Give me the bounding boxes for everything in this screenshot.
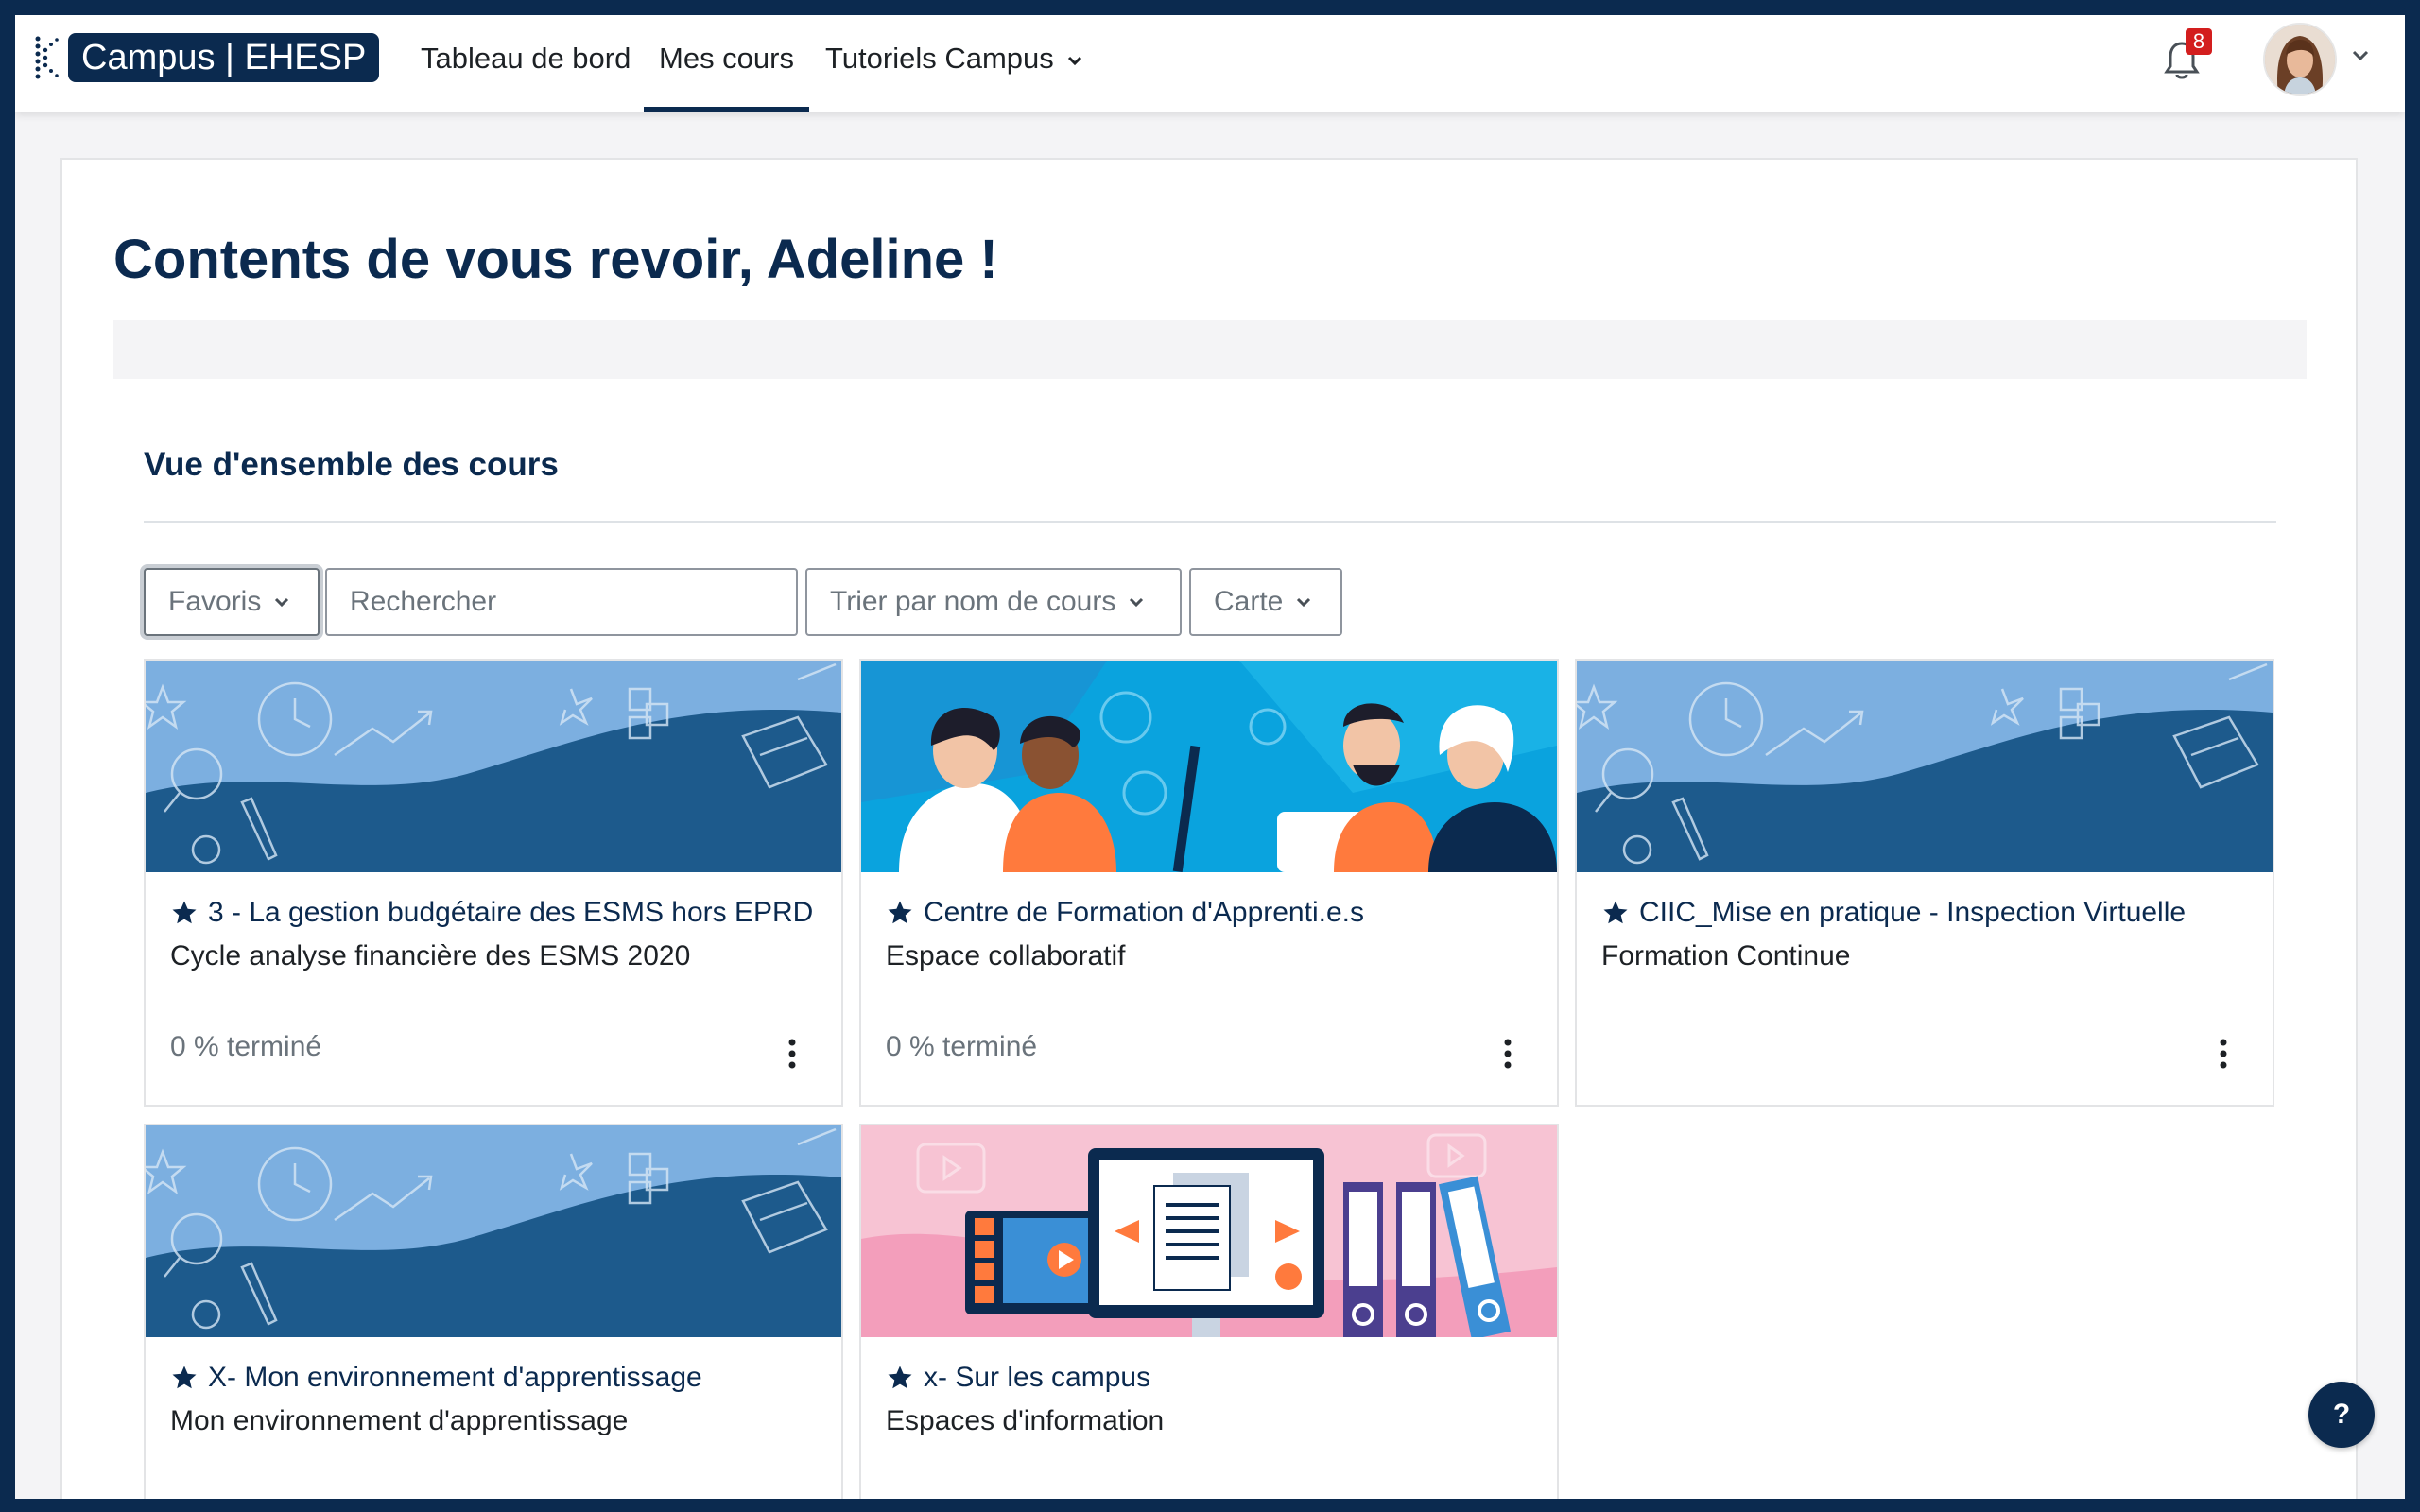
course-category: Espaces d'information — [886, 1405, 1165, 1436]
course-title-link[interactable]: 3 - La gestion budgétaire des ESMS hors … — [170, 897, 813, 929]
course-card[interactable]: X- Mon environnement d'apprentissage Mon… — [144, 1124, 843, 1499]
more-options-icon[interactable] — [1496, 1037, 1519, 1071]
star-icon[interactable] — [886, 899, 914, 927]
course-pattern-image — [146, 661, 841, 872]
user-avatar[interactable] — [2263, 23, 2337, 96]
chevron-down-icon — [275, 597, 289, 608]
course-category: Mon environnement d'apprentissage — [170, 1405, 629, 1436]
view-value: Carte — [1214, 586, 1284, 617]
notification-count-badge: 8 — [2186, 28, 2212, 55]
course-image[interactable] — [861, 661, 1557, 872]
course-card[interactable]: CIIC_Mise en pratique - Inspection Virtu… — [1575, 659, 2274, 1107]
course-title-text: 3 - La gestion budgétaire des ESMS hors … — [208, 897, 814, 928]
nav-mes-cours[interactable]: Mes cours — [644, 15, 809, 112]
help-button[interactable]: ? — [2308, 1382, 2375, 1448]
course-category: Espace collaboratif — [886, 940, 1126, 971]
chevron-down-icon[interactable] — [2352, 49, 2369, 62]
course-title-link[interactable]: Centre de Formation d'Apprenti.e.s — [886, 897, 1364, 929]
more-options-icon[interactable] — [781, 1037, 804, 1071]
course-category: Cycle analyse financière des ESMS 2020 — [170, 940, 691, 971]
chevron-down-icon — [1130, 597, 1144, 608]
course-title-link[interactable]: CIIC_Mise en pratique - Inspection Virtu… — [1601, 897, 2186, 929]
grouping-value: Favoris — [168, 586, 262, 617]
nav-tableau-de-bord[interactable]: Tableau de bord — [421, 15, 631, 112]
page-content: Contents de vous revoir, Adeline ! Vue d… — [60, 158, 2358, 1499]
info-bar — [113, 320, 2307, 379]
sort-dropdown[interactable]: Trier par nom de cours — [805, 568, 1182, 636]
nav-label: Mes cours — [659, 42, 794, 75]
search-input[interactable] — [350, 586, 773, 618]
course-card[interactable]: 3 - La gestion budgétaire des ESMS hors … — [144, 659, 843, 1107]
course-image[interactable] — [1577, 661, 2273, 872]
course-title-link[interactable]: x- Sur les campus — [886, 1362, 1150, 1394]
course-image[interactable] — [146, 661, 841, 872]
avatar-photo — [2265, 25, 2335, 94]
course-title-text: CIIC_Mise en pratique - Inspection Virtu… — [1639, 897, 2187, 928]
star-icon[interactable] — [170, 1364, 199, 1392]
grouping-dropdown[interactable]: Favoris — [144, 568, 320, 636]
sort-value: Trier par nom de cours — [830, 586, 1116, 617]
star-icon[interactable] — [170, 899, 199, 927]
people-illustration-image — [861, 661, 1557, 872]
search-field[interactable] — [325, 568, 798, 636]
logo-text: Campus | EHESP — [68, 33, 380, 82]
logo-mark-icon — [35, 36, 59, 79]
chevron-down-icon — [1068, 56, 1082, 65]
nav-label: Tableau de bord — [421, 42, 631, 75]
course-category: Formation Continue — [1601, 940, 1851, 971]
more-options-icon[interactable] — [2212, 1037, 2235, 1071]
media-illustration-image — [861, 1125, 1557, 1337]
section-title: Vue d'ensemble des cours — [144, 446, 559, 483]
course-title-text: x- Sur les campus — [924, 1362, 1151, 1393]
course-image[interactable] — [861, 1125, 1557, 1337]
view-dropdown[interactable]: Carte — [1189, 568, 1342, 636]
divider — [144, 521, 2276, 523]
course-image[interactable] — [146, 1125, 841, 1337]
nav-tutoriels-campus[interactable]: Tutoriels Campus — [825, 15, 1082, 112]
course-title-text: Centre de Formation d'Apprenti.e.s — [924, 897, 1364, 928]
site-logo[interactable]: Campus | EHESP — [32, 31, 380, 84]
course-card[interactable]: Centre de Formation d'Apprenti.e.s Espac… — [859, 659, 1559, 1107]
top-navbar: Campus | EHESP Tableau de bord Mes cours… — [15, 15, 2405, 112]
course-title-link[interactable]: X- Mon environnement d'apprentissage — [170, 1362, 702, 1394]
course-title-text: X- Mon environnement d'apprentissage — [208, 1362, 702, 1393]
course-progress: 0 % terminé — [886, 1031, 1038, 1062]
page-title: Contents de vous revoir, Adeline ! — [113, 229, 998, 290]
star-icon[interactable] — [1601, 899, 1630, 927]
browser-frame: Campus | EHESP Tableau de bord Mes cours… — [15, 15, 2405, 1499]
star-icon[interactable] — [886, 1364, 914, 1392]
chevron-down-icon — [1297, 597, 1311, 608]
course-pattern-image — [1577, 661, 2273, 872]
nav-label: Tutoriels Campus — [825, 42, 1054, 75]
course-card[interactable]: x- Sur les campus Espaces d'information — [859, 1124, 1559, 1499]
course-progress: 0 % terminé — [170, 1031, 322, 1062]
course-pattern-image — [146, 1125, 841, 1337]
